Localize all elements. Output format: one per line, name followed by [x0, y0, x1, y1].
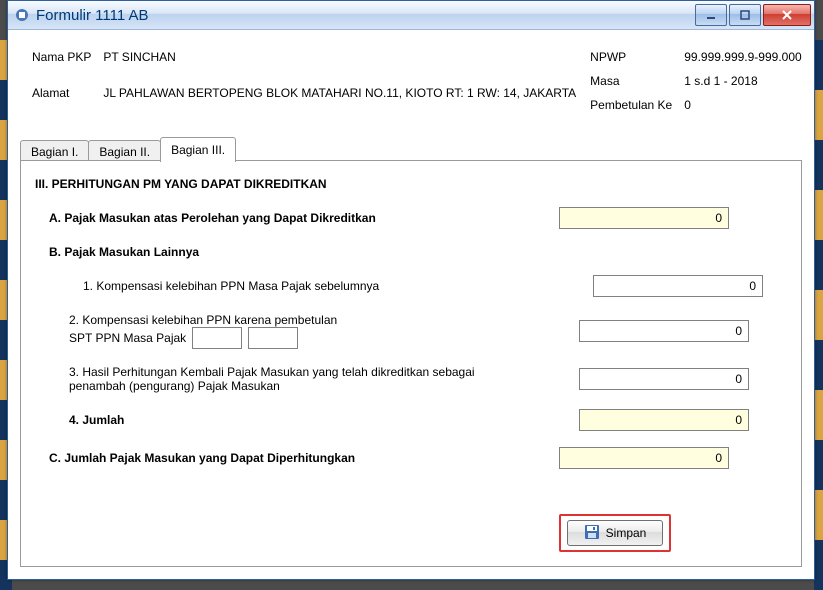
header-left: Nama PKP PT SINCHAN Alamat JL PAHLAWAN B… [30, 48, 588, 122]
row-b1-value[interactable]: 0 [593, 275, 763, 297]
masa-value: 1 s.d 1 - 2018 [684, 74, 811, 96]
pembetulan-label: Pembetulan Ke [590, 98, 682, 120]
row-b4-value[interactable]: 0 [579, 409, 749, 431]
tab-panel: III. PERHITUNGAN PM YANG DAPAT DIKREDITK… [20, 160, 802, 567]
save-highlight: Simpan [559, 514, 671, 552]
row-b-label: B. Pajak Masukan Lainnya [35, 245, 559, 259]
section-title: III. PERHITUNGAN PM YANG DAPAT DIKREDITK… [35, 177, 787, 191]
app-icon [14, 7, 30, 23]
pembetulan-value: 0 [684, 98, 811, 120]
app-window: Formulir 1111 AB Nama PKP PT SINCHAN [7, 0, 815, 580]
row-c-label: C. Jumlah Pajak Masukan yang Dapat Diper… [35, 451, 559, 465]
row-b2-label-line1: 2. Kompensasi kelebihan PPN karena pembe… [69, 313, 579, 327]
tab-bagian-1[interactable]: Bagian I. [20, 140, 89, 162]
close-button[interactable] [763, 4, 811, 26]
tab-strip: Bagian I. Bagian II. Bagian III. [20, 138, 814, 162]
npwp-label: NPWP [590, 50, 682, 72]
row-b2-value[interactable]: 0 [579, 320, 749, 342]
alamat-value: JL PAHLAWAN BERTOPENG BLOK MATAHARI NO.1… [103, 86, 586, 120]
save-button-label: Simpan [606, 526, 647, 540]
row-c-value[interactable]: 0 [559, 447, 729, 469]
npwp-value: 99.999.999.9-999.000 [684, 50, 811, 72]
row-b3-value[interactable]: 0 [579, 368, 749, 390]
row-b4-label: 4. Jumlah [35, 413, 579, 427]
save-icon [584, 524, 600, 543]
nama-pkp-label: Nama PKP [32, 50, 101, 84]
row-b3-label-line2: penambah (pengurang) Pajak Masukan [69, 379, 579, 393]
row-a-value[interactable]: 0 [559, 207, 729, 229]
row-b2-label-line2: SPT PPN Masa Pajak [69, 331, 186, 345]
window-title: Formulir 1111 AB [36, 7, 693, 24]
header-right: NPWP 99.999.999.9-999.000 Masa 1 s.d 1 -… [588, 48, 814, 122]
row-a-label: A. Pajak Masukan atas Perolehan yang Dap… [35, 211, 559, 225]
header-area: Nama PKP PT SINCHAN Alamat JL PAHLAWAN B… [8, 30, 814, 132]
tab-bagian-3[interactable]: Bagian III. [160, 137, 236, 162]
save-button[interactable]: Simpan [567, 520, 663, 546]
nama-pkp-value: PT SINCHAN [103, 50, 586, 84]
masa-label: Masa [590, 74, 682, 96]
row-b2-period-from[interactable] [192, 327, 242, 349]
row-b3-label-line1: 3. Hasil Perhitungan Kembali Pajak Masuk… [69, 365, 579, 379]
maximize-button[interactable] [729, 4, 761, 26]
tab-bagian-2[interactable]: Bagian II. [88, 140, 161, 162]
title-bar: Formulir 1111 AB [8, 1, 814, 30]
row-b1-label: 1. Kompensasi kelebihan PPN Masa Pajak s… [35, 279, 593, 293]
alamat-label: Alamat [32, 86, 101, 120]
minimize-button[interactable] [695, 4, 727, 26]
row-b2-period-to[interactable] [248, 327, 298, 349]
